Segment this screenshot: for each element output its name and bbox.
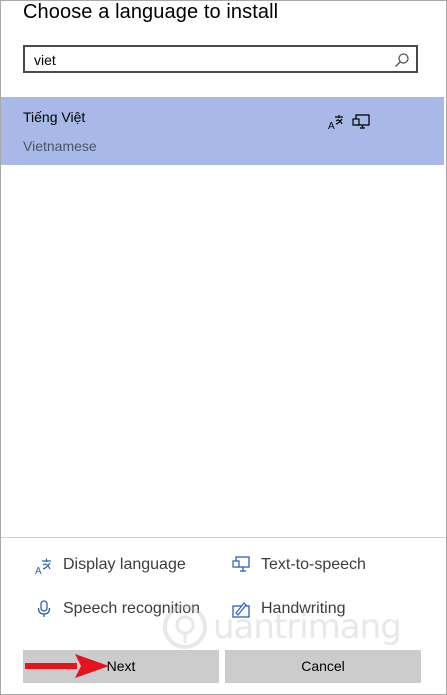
microphone-icon	[37, 600, 51, 617]
language-english-name: Vietnamese	[23, 138, 97, 154]
language-dialog: Choose a language to install Tiếng Việt …	[0, 0, 447, 695]
display-language-icon: A	[328, 115, 343, 130]
svg-text:A: A	[328, 121, 335, 130]
svg-text:A: A	[35, 566, 42, 575]
watermark-text: uantrimang	[213, 607, 402, 647]
watermark-logo: uantrimang	[161, 597, 402, 657]
language-native-name: Tiếng Việt	[23, 109, 86, 125]
display-language-icon: A	[35, 558, 51, 575]
watermark-bulb-icon	[163, 605, 207, 649]
text-to-speech-icon	[352, 114, 370, 129]
dialog-title: Choose a language to install	[23, 1, 279, 23]
legend-divider	[1, 537, 446, 538]
legend-display-language: Display language	[63, 556, 186, 573]
red-arrow-annotation	[25, 654, 109, 678]
legend-text-to-speech: Text-to-speech	[261, 556, 366, 573]
search-input[interactable]	[34, 51, 374, 69]
search-icon[interactable]	[394, 52, 410, 68]
cancel-button[interactable]: Cancel	[225, 650, 421, 683]
language-list-item-vietnamese[interactable]: Tiếng Việt Vietnamese A	[1, 97, 444, 165]
search-box[interactable]	[23, 45, 418, 73]
text-to-speech-icon	[232, 556, 250, 572]
